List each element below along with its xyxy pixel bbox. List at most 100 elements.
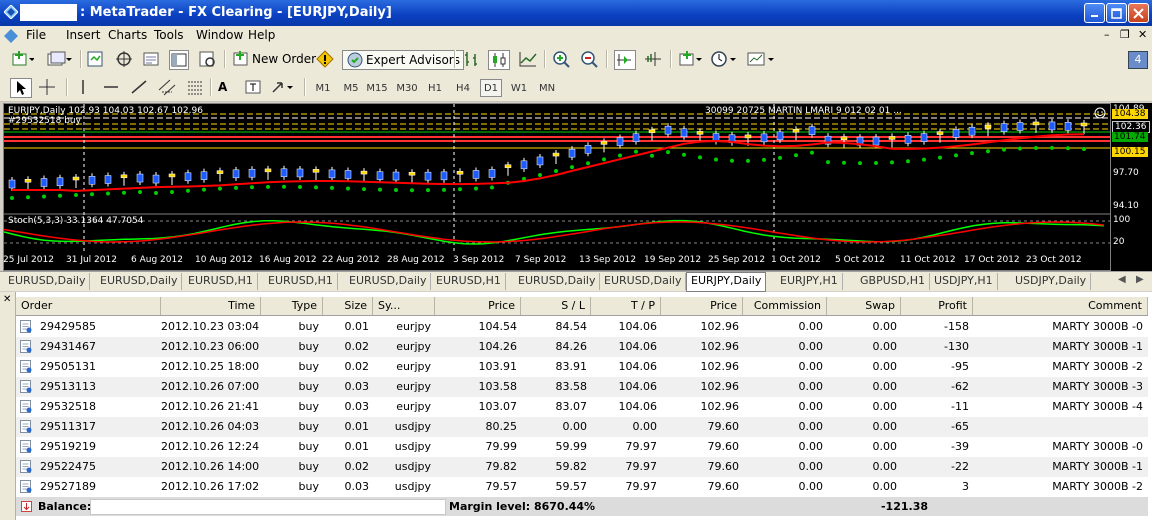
market-watch-button[interactable] xyxy=(86,49,104,69)
candle-body xyxy=(600,141,608,145)
zoom-out-button[interactable] xyxy=(580,49,600,69)
chart-tab[interactable]: USDJPY,Daily xyxy=(1011,273,1092,290)
candlestick-button[interactable] xyxy=(488,50,510,70)
chart-shift-button[interactable] xyxy=(643,49,663,69)
chart-tab[interactable]: EURUSD,Daily xyxy=(96,273,183,290)
text-tool-button[interactable]: A xyxy=(218,77,227,97)
column-header[interactable]: Size xyxy=(323,297,373,315)
tab-scroll-right-icon[interactable]: ▶ xyxy=(1136,274,1144,285)
line-studies-toolbar: A M1 M5 M15 M30 H1 H4 D1 W1 MN xyxy=(0,73,1152,102)
column-header[interactable]: Swap xyxy=(827,297,901,315)
column-header[interactable]: Commission xyxy=(743,297,827,315)
vertical-line-tool-button[interactable] xyxy=(74,77,92,97)
menu-insert[interactable]: Insert xyxy=(66,28,100,42)
timeframe-m5-button[interactable]: M5 xyxy=(340,79,362,97)
profiles-button[interactable] xyxy=(46,49,72,69)
equidistant-channel-tool-button[interactable] xyxy=(158,77,176,97)
order-label: #29532518 buy xyxy=(8,116,81,126)
notification-badge[interactable]: 4 xyxy=(1128,51,1148,69)
column-header[interactable]: Comment xyxy=(973,297,1148,315)
arrows-tool-button[interactable] xyxy=(270,77,296,97)
channel-icon xyxy=(158,79,176,96)
chart-tab[interactable]: EURUSD,Daily xyxy=(345,273,432,290)
column-header[interactable]: Order xyxy=(16,297,161,315)
timeframe-d1-button[interactable]: D1 xyxy=(480,79,502,97)
line-chart-button[interactable] xyxy=(518,49,538,69)
column-header[interactable]: Time xyxy=(161,297,261,315)
close-button[interactable] xyxy=(1128,3,1149,23)
chart-tab[interactable]: EURUSD,H1 xyxy=(264,273,338,290)
order-row[interactable]: 29532518 2012.10.26 21:41 buy 0.03 eurjpy 103… xyxy=(16,397,1148,417)
timeframe-h4-button[interactable]: H4 xyxy=(452,79,474,97)
data-window-button[interactable] xyxy=(142,49,160,69)
tab-scroll-left-icon[interactable]: ◀ xyxy=(1118,274,1126,285)
autoscroll-button[interactable] xyxy=(614,50,636,70)
chart-tab[interactable]: EURJPY,H1 xyxy=(776,273,843,290)
column-header[interactable]: Price xyxy=(661,297,743,315)
order-row[interactable]: 29522475 2012.10.26 14:00 buy 0.02 usdjpy 79.… xyxy=(16,457,1148,477)
order-row[interactable]: 29431467 2012.10.23 06:00 buy 0.02 eurjpy 104… xyxy=(16,337,1148,357)
chart-tab[interactable]: EURJPY,Daily xyxy=(686,272,767,292)
cell-sl: 84.54 xyxy=(555,320,588,333)
time-axis-label: 31 Jul 2012 xyxy=(66,255,117,265)
indicators-button[interactable] xyxy=(678,49,704,69)
order-row[interactable]: 29511317 2012.10.26 04:03 buy 0.01 usdjpy 80.… xyxy=(16,417,1148,437)
cursor-tool-button[interactable] xyxy=(10,78,32,98)
cell-swap: 0.00 xyxy=(872,400,898,413)
terminal-close-icon[interactable]: ✕ xyxy=(3,294,11,305)
timeframe-w1-button[interactable]: W1 xyxy=(508,79,530,97)
crosshair-tool-button[interactable] xyxy=(38,77,56,97)
text-label-tool-button[interactable] xyxy=(244,77,262,97)
order-row[interactable]: 29513113 2012.10.26 07:00 buy 0.03 eurjpy 103… xyxy=(16,377,1148,397)
strategy-tester-button[interactable] xyxy=(198,49,216,69)
minimize-button[interactable] xyxy=(1084,3,1105,23)
column-header[interactable]: Sy... xyxy=(373,297,435,315)
trendline-tool-button[interactable] xyxy=(130,77,148,97)
menu-file[interactable]: File xyxy=(26,28,46,42)
mdi-close-icon[interactable]: ✕ xyxy=(1138,28,1147,41)
new-chart-button[interactable] xyxy=(10,49,34,69)
price-chart[interactable] xyxy=(3,103,1111,271)
column-header[interactable]: T / P xyxy=(591,297,661,315)
timeframe-m15-button[interactable]: M15 xyxy=(366,79,388,97)
mdi-restore-icon[interactable]: ❐ xyxy=(1120,28,1130,41)
chart-tab[interactable]: EURUSD,Daily xyxy=(4,273,91,290)
order-row[interactable]: 29505131 2012.10.25 18:00 buy 0.02 eurjpy 103… xyxy=(16,357,1148,377)
menu-window[interactable]: Window xyxy=(196,28,243,42)
chart-tab[interactable]: GBPUSD,H1 xyxy=(856,273,930,290)
chart-tab[interactable]: EURUSD,Daily xyxy=(600,273,687,290)
column-header[interactable]: Type xyxy=(261,297,323,315)
chart-tab[interactable]: EURUSD,H1 xyxy=(184,273,258,290)
sar-dot xyxy=(730,158,734,163)
navigator-button[interactable] xyxy=(115,49,133,69)
menu-tools[interactable]: Tools xyxy=(154,28,184,42)
chart-tab[interactable]: USDJPY,H1 xyxy=(930,273,998,290)
timeframe-h1-button[interactable]: H1 xyxy=(424,79,446,97)
column-header[interactable]: Price xyxy=(435,297,521,315)
chart-tab[interactable]: EURUSD,Daily xyxy=(514,273,601,290)
timeframe-mn-button[interactable]: MN xyxy=(536,79,558,97)
horizontal-line-tool-button[interactable] xyxy=(102,77,120,97)
templates-button[interactable] xyxy=(746,49,776,69)
column-header[interactable]: S / L xyxy=(521,297,591,315)
timeframe-m30-button[interactable]: M30 xyxy=(396,79,418,97)
maximize-button[interactable] xyxy=(1106,3,1127,23)
periods-button[interactable] xyxy=(710,49,738,69)
bar-chart-button[interactable] xyxy=(462,49,482,69)
zoom-in-button[interactable] xyxy=(552,49,572,69)
alert-button[interactable] xyxy=(316,49,334,69)
order-row[interactable]: 29519219 2012.10.26 12:24 buy 0.01 usdjpy 79.… xyxy=(16,437,1148,457)
terminal-toggle-button[interactable] xyxy=(169,50,189,70)
order-row[interactable]: 29429585 2012.10.23 03:04 buy 0.01 eurjpy 104… xyxy=(16,317,1148,337)
fibonacci-tool-button[interactable] xyxy=(186,77,204,97)
menu-charts[interactable]: Charts xyxy=(108,28,147,42)
candle-body xyxy=(264,168,272,173)
order-row[interactable]: 29527189 2012.10.26 17:02 buy 0.03 usdjpy 79.… xyxy=(16,477,1148,497)
chart-tab[interactable]: EURUSD,H1 xyxy=(432,273,506,290)
new-order-button[interactable]: New Order xyxy=(230,49,316,69)
column-header[interactable]: Profit xyxy=(901,297,973,315)
expert-advisors-button[interactable]: Expert Advisors xyxy=(342,50,464,70)
mdi-minimize-icon[interactable]: – xyxy=(1104,28,1110,41)
menu-help[interactable]: Help xyxy=(248,28,275,42)
timeframe-m1-button[interactable]: M1 xyxy=(312,79,334,97)
